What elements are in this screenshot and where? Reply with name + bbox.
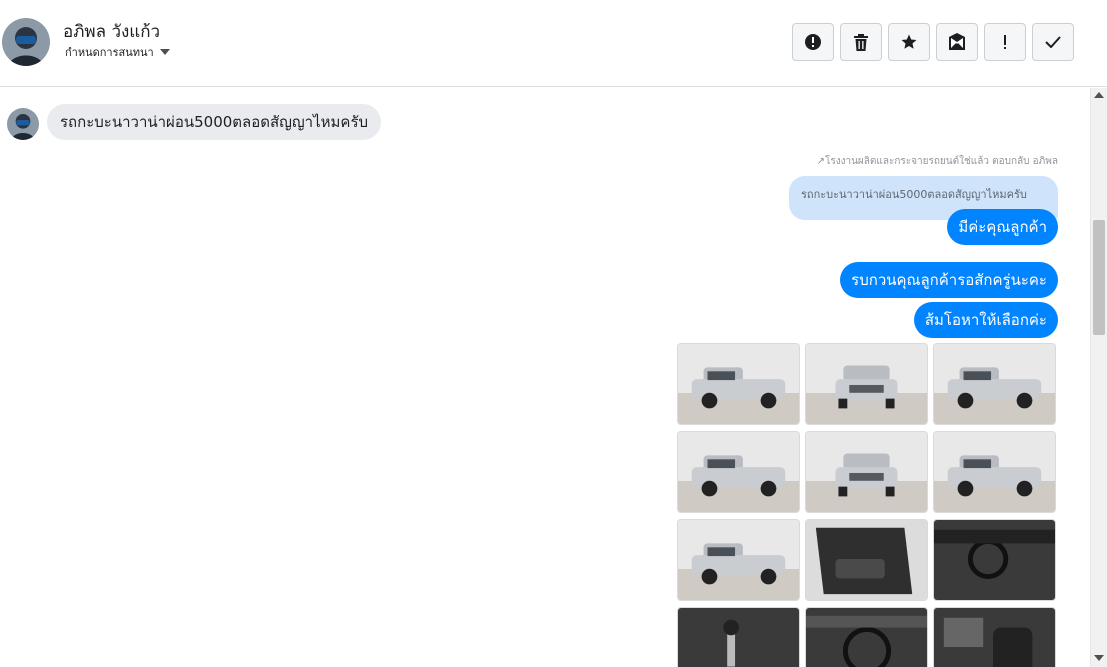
- exclamation-icon: [1004, 35, 1006, 49]
- car-photo[interactable]: [805, 519, 928, 601]
- car-photo[interactable]: [677, 607, 800, 667]
- mark-spam-button[interactable]: [792, 23, 834, 61]
- thread-scrollbar[interactable]: [1090, 88, 1107, 667]
- scrollbar-thumb[interactable]: [1093, 220, 1105, 335]
- car-photo[interactable]: [677, 431, 800, 513]
- car-photo[interactable]: [677, 343, 800, 425]
- archive-button[interactable]: [936, 23, 978, 61]
- reply-meta: ↗โรงงานผลิตและกระจายรถยนต์ใช่แล้ว ตอบกลั…: [817, 154, 1058, 169]
- car-photo[interactable]: [933, 343, 1056, 425]
- outgoing-message[interactable]: รบกวนคุณลูกค้ารอสักครู่นะคะ: [840, 262, 1058, 298]
- car-photo[interactable]: [933, 431, 1056, 513]
- contact-name[interactable]: อภิพล วังแก้ว: [63, 18, 160, 45]
- car-photo[interactable]: [933, 519, 1056, 601]
- alert-circle-icon: [805, 34, 821, 50]
- star-button[interactable]: [888, 23, 930, 61]
- message-thread[interactable]: รถกะบะนาวาน่าผ่อน5000ตลอดสัญญาไหมครับ ↗โ…: [0, 88, 1090, 667]
- follow-up-button[interactable]: [984, 23, 1026, 61]
- header-actions: [792, 23, 1074, 61]
- conversation-settings-label: กำหนดการสนทนา: [65, 46, 154, 59]
- incoming-message[interactable]: รถกะบะนาวาน่าผ่อน5000ตลอดสัญญาไหมครับ: [47, 104, 382, 140]
- mark-done-button[interactable]: [1032, 23, 1074, 61]
- chevron-down-icon: [159, 49, 170, 55]
- check-icon: [1045, 36, 1061, 48]
- car-photo[interactable]: [805, 607, 928, 667]
- car-photo[interactable]: [805, 431, 928, 513]
- star-icon: [901, 34, 917, 49]
- car-photo[interactable]: [677, 519, 800, 601]
- outgoing-message[interactable]: ส้มโอหาให้เลือกค่ะ: [913, 302, 1058, 338]
- scroll-up-arrow-icon[interactable]: [1094, 92, 1104, 98]
- sender-avatar[interactable]: [7, 108, 39, 140]
- archive-icon: [949, 33, 965, 50]
- delete-button[interactable]: [840, 23, 882, 61]
- contact-avatar[interactable]: [2, 18, 50, 66]
- scroll-down-arrow-icon[interactable]: [1094, 655, 1104, 661]
- trash-icon: [854, 33, 868, 51]
- reply-arrow-icon: ↗: [816, 156, 825, 167]
- car-photo[interactable]: [933, 607, 1056, 667]
- car-photo[interactable]: [805, 343, 928, 425]
- outgoing-message[interactable]: มีค่ะคุณลูกค้า: [947, 209, 1058, 245]
- conversation-settings-dropdown[interactable]: กำหนดการสนทนา: [65, 43, 170, 61]
- photo-grid: [677, 343, 1056, 667]
- reply-meta-text: โรงงานผลิตและกระจายรถยนต์ใช่แล้ว ตอบกลับ…: [824, 156, 1058, 167]
- conversation-header: อภิพล วังแก้ว กำหนดการสนทนา: [0, 0, 1107, 87]
